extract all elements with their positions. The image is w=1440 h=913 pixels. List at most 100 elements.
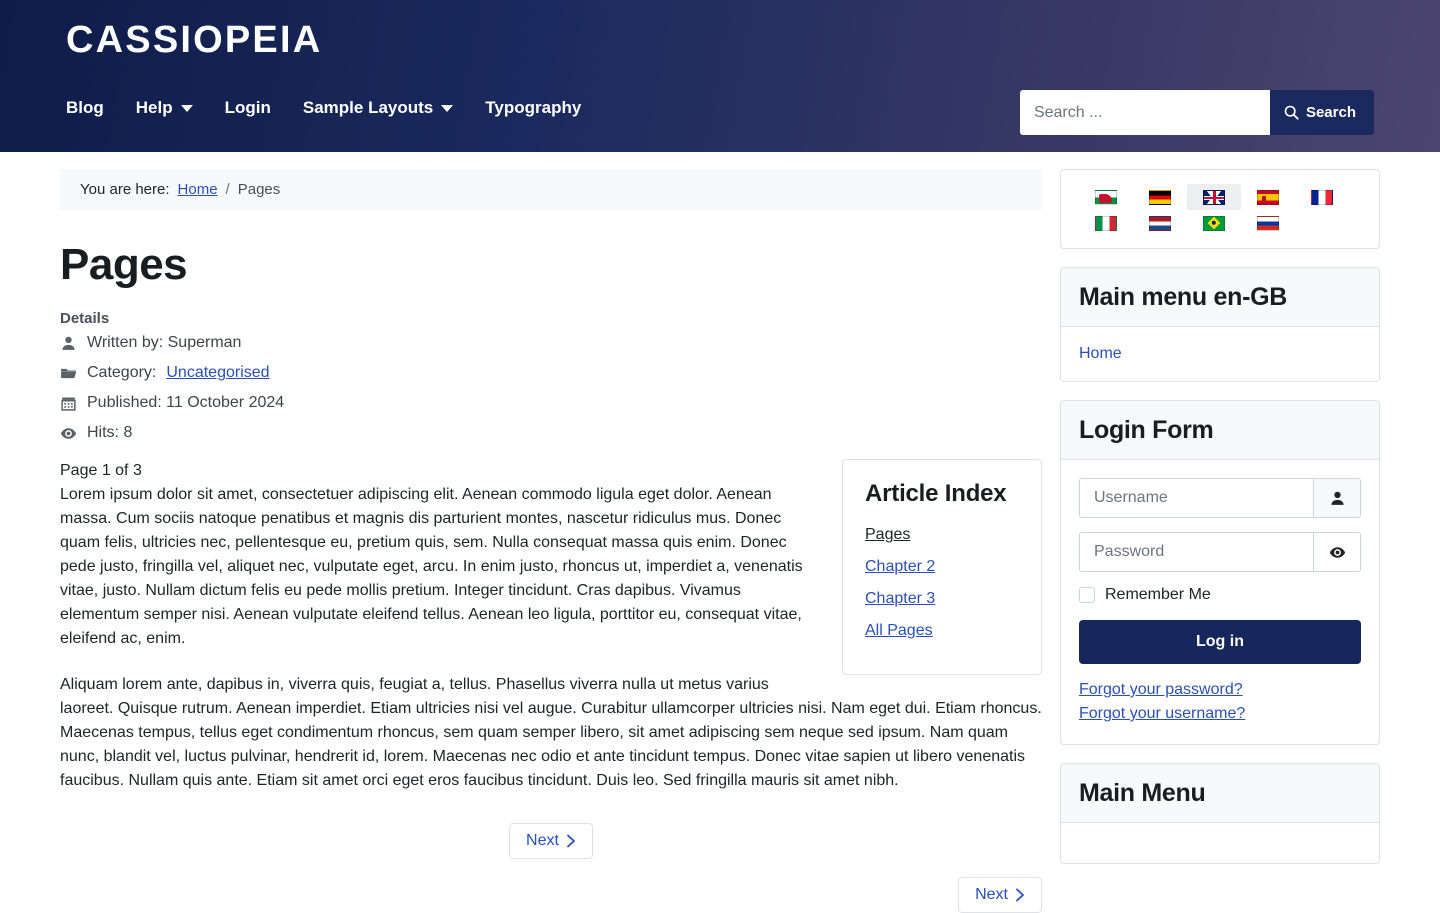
- nav-item-typography[interactable]: Typography: [485, 98, 581, 118]
- forgot-username-link[interactable]: Forgot your username?: [1079, 702, 1361, 726]
- flag-item-italian[interactable]: [1079, 210, 1133, 236]
- flag-ru-icon: [1257, 216, 1279, 231]
- article-index-item-all-pages[interactable]: All Pages: [865, 620, 1019, 642]
- article-index-link[interactable]: Chapter 2: [865, 558, 935, 575]
- password-input[interactable]: [1079, 532, 1313, 572]
- module-body: [1061, 823, 1379, 863]
- module-header: Login Form: [1061, 401, 1379, 460]
- module-title-login-form: Login Form: [1079, 415, 1361, 445]
- eye-icon: [60, 425, 77, 442]
- article-index-link[interactable]: Chapter 3: [865, 590, 935, 607]
- article-index-link[interactable]: All Pages: [865, 622, 933, 639]
- article-index-item-pages: Pages: [865, 524, 1019, 546]
- detail-hits-text: Hits: 8: [87, 423, 132, 443]
- toggle-password-visibility-button[interactable]: [1313, 532, 1361, 572]
- breadcrumb: You are here: Home / Pages: [60, 169, 1042, 210]
- user-icon: [1329, 490, 1346, 507]
- nav-label: Sample Layouts: [303, 98, 433, 118]
- sidebar: Main menu en-GB Home Login Form: [1060, 169, 1380, 913]
- remember-me-label: Remember Me: [1105, 586, 1211, 604]
- main-content: You are here: Home / Pages Pages Details…: [60, 169, 1042, 913]
- detail-author-text: Written by: Superman: [87, 333, 241, 353]
- username-input[interactable]: [1079, 478, 1313, 518]
- menu-item-home[interactable]: Home: [1079, 345, 1361, 363]
- nav-label: Blog: [66, 98, 104, 118]
- detail-category-text: Category:: [87, 363, 156, 383]
- module-title-main-menu-engb: Main menu en-GB: [1079, 282, 1361, 312]
- nav-label: Typography: [485, 98, 581, 118]
- nav-item-login[interactable]: Login: [225, 98, 271, 118]
- module-login-form: Login Form: [1060, 400, 1380, 745]
- login-button[interactable]: Log in: [1079, 620, 1361, 664]
- chevron-right-icon: [566, 834, 576, 848]
- password-group: [1079, 532, 1361, 572]
- flag-item-brazilian-portuguese[interactable]: [1187, 210, 1241, 236]
- module-header: Main menu en-GB: [1061, 268, 1379, 327]
- header-search-form: Search: [1020, 90, 1374, 135]
- search-input[interactable]: [1020, 90, 1270, 135]
- article-body: Article Index Pages Chapter 2 Chapter 3 …: [60, 459, 1042, 913]
- next-page-label-bottom: Next: [975, 886, 1008, 904]
- next-page-button[interactable]: Next: [509, 823, 593, 859]
- main-navigation: Blog Help Login Sample Layouts Typograph…: [66, 98, 581, 118]
- detail-published: Published: 11 October 2024: [60, 393, 1042, 413]
- search-icon: [1284, 105, 1299, 120]
- module-header: Main Menu: [1061, 764, 1379, 823]
- flag-item-dutch[interactable]: [1133, 210, 1187, 236]
- flag-nl-icon: [1149, 216, 1171, 231]
- flag-fr-icon: [1311, 190, 1333, 205]
- flag-es-icon: [1257, 190, 1279, 205]
- flag-de-icon: [1149, 190, 1171, 205]
- nav-item-sample-layouts[interactable]: Sample Layouts: [303, 98, 453, 118]
- flag-en-gb-icon: [1203, 190, 1225, 205]
- nav-item-help[interactable]: Help: [136, 98, 193, 118]
- module-title-main-menu: Main Menu: [1079, 778, 1361, 808]
- eye-icon: [1329, 544, 1346, 561]
- site-brand[interactable]: CASSIOPEIA: [66, 18, 322, 62]
- detail-category-link[interactable]: Uncategorised: [166, 363, 269, 383]
- nav-item-blog[interactable]: Blog: [66, 98, 104, 118]
- module-main-menu: Main Menu: [1060, 763, 1380, 864]
- remember-me-row[interactable]: Remember Me: [1079, 586, 1361, 604]
- breadcrumb-link-home[interactable]: Home: [178, 181, 218, 198]
- nav-label: Help: [136, 98, 173, 118]
- flag-item-english-uk[interactable]: [1187, 184, 1241, 210]
- username-group: [1079, 478, 1361, 518]
- nav-label: Login: [225, 98, 271, 118]
- article-paragraph-2: Aliquam lorem ante, dapibus in, viverra …: [60, 673, 1042, 793]
- next-page-label: Next: [526, 832, 559, 850]
- flag-item-russian[interactable]: [1241, 210, 1295, 236]
- forgot-password-link[interactable]: Forgot your password?: [1079, 678, 1361, 702]
- next-page-button-bottom[interactable]: Next: [958, 877, 1042, 913]
- breadcrumb-prefix: You are here:: [80, 181, 170, 198]
- module-body: Home: [1061, 327, 1379, 381]
- login-form-body: Remember Me Log in Forgot your password?…: [1061, 460, 1379, 744]
- site-header: CASSIOPEIA Blog Help Login Sample Layout…: [0, 0, 1440, 152]
- flag-item-welsh[interactable]: [1079, 184, 1133, 210]
- chevron-right-icon: [1015, 888, 1025, 902]
- flag-cy-icon: [1095, 190, 1117, 205]
- flag-grid: [1079, 184, 1361, 236]
- article-index-item-chapter-2[interactable]: Chapter 2: [865, 556, 1019, 578]
- folder-icon: [60, 365, 77, 382]
- page-container: You are here: Home / Pages Pages Details…: [0, 152, 1440, 913]
- username-addon: [1313, 478, 1361, 518]
- flag-item-german[interactable]: [1133, 184, 1187, 210]
- article-index-item-chapter-3[interactable]: Chapter 3: [865, 588, 1019, 610]
- chevron-down-icon: [441, 105, 453, 112]
- detail-published-text: Published: 11 October 2024: [87, 393, 284, 413]
- page-title: Pages: [60, 240, 1042, 290]
- user-icon: [60, 335, 77, 352]
- search-button[interactable]: Search: [1270, 90, 1374, 135]
- flag-item-french[interactable]: [1295, 184, 1349, 210]
- article-pagination: Next: [60, 815, 1042, 859]
- detail-hits: Hits: 8: [60, 423, 1042, 443]
- article-index-box: Article Index Pages Chapter 2 Chapter 3 …: [842, 459, 1042, 675]
- remember-me-checkbox[interactable]: [1079, 587, 1095, 603]
- flag-item-spanish[interactable]: [1241, 184, 1295, 210]
- chevron-down-icon: [181, 105, 193, 112]
- flag-pt-br-icon: [1203, 216, 1225, 231]
- article-details-list: Written by: Superman Category: Uncategor…: [60, 333, 1042, 443]
- search-button-label: Search: [1306, 104, 1356, 121]
- breadcrumb-current: Pages: [238, 181, 281, 198]
